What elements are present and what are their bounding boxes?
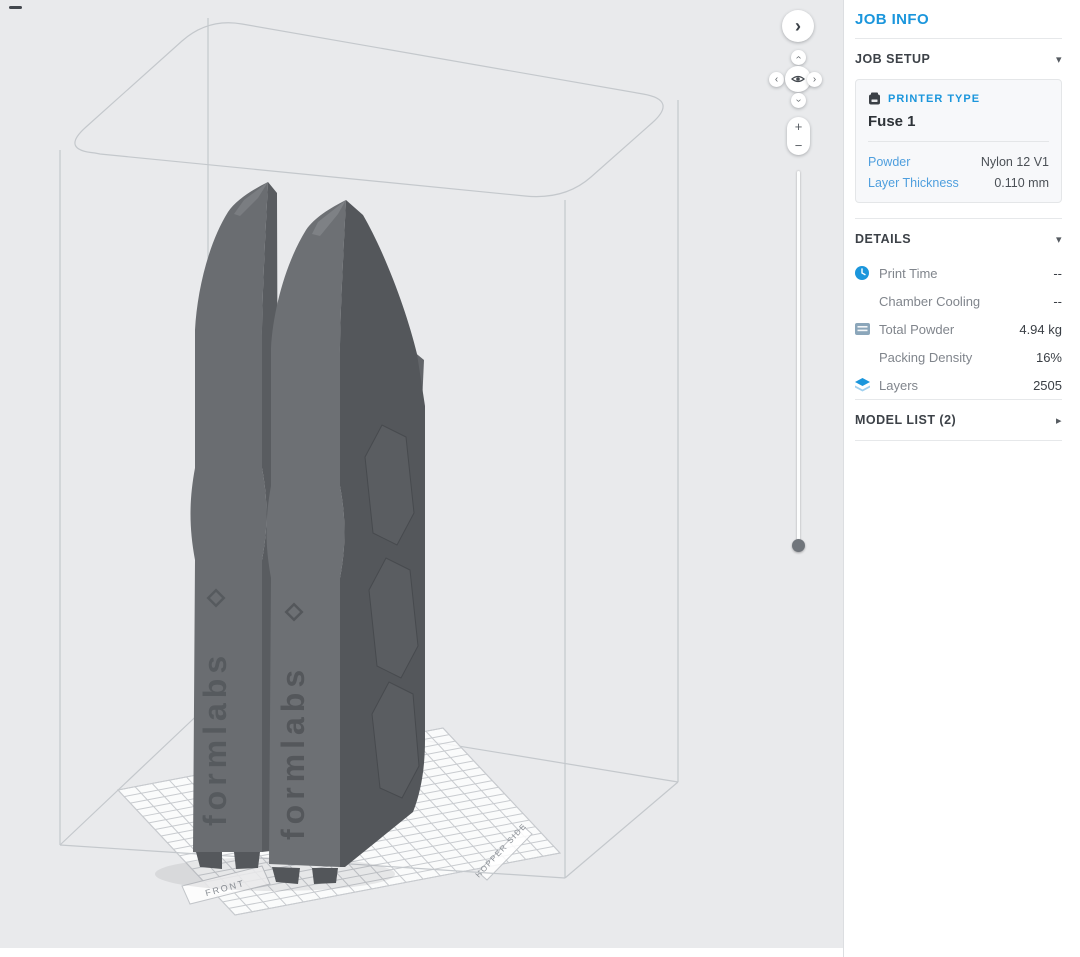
details-header[interactable]: DETAILS ▾ xyxy=(855,219,1062,259)
job-info-panel: JOB INFO JOB SETUP ▾ PRINTER TYPE Fuse 1… xyxy=(843,0,1080,957)
layer-thickness-label[interactable]: Layer Thickness xyxy=(868,176,959,190)
chevron-down-icon: ▾ xyxy=(1055,53,1062,66)
detail-row-chamber-cooling: Chamber Cooling -- xyxy=(879,293,1062,309)
chevron-right-icon: › xyxy=(812,74,817,85)
job-setup-heading: JOB SETUP xyxy=(855,52,931,66)
powder-label[interactable]: Powder xyxy=(868,155,910,169)
detail-row-layers: Layers 2505 xyxy=(855,371,1062,399)
chevron-down-icon: ▾ xyxy=(1055,233,1062,246)
printer-icon xyxy=(869,92,880,105)
collapse-panel-button[interactable]: › xyxy=(782,10,814,42)
orbit-right-button[interactable]: › xyxy=(807,72,822,87)
chevron-left-icon: ‹ xyxy=(774,74,779,85)
setup-row-powder: Powder Nylon 12 V1 xyxy=(868,151,1049,172)
chevron-right-icon: ▸ xyxy=(1055,414,1062,427)
build-scene: FRONT HOPPER SIDE formlabs xyxy=(0,18,843,948)
details-heading: DETAILS xyxy=(855,232,912,246)
chevron-down-icon: › xyxy=(793,98,804,103)
detail-row-total-powder: Total Powder 4.94 kg xyxy=(855,315,1062,343)
canvas-corner-mark xyxy=(9,6,22,9)
layer-slider-handle[interactable] xyxy=(792,539,805,552)
details-rows: Print Time -- Chamber Cooling -- Total P… xyxy=(855,259,1062,399)
model-1[interactable]: formlabs xyxy=(190,182,280,869)
zoom-control: + − xyxy=(787,117,810,155)
layer-thickness-value: 0.110 mm xyxy=(994,175,1049,190)
job-setup-header[interactable]: JOB SETUP ▾ xyxy=(855,39,1062,79)
powder-icon xyxy=(855,323,870,335)
model-2[interactable]: formlabs xyxy=(266,200,426,884)
printer-type-label: PRINTER TYPE xyxy=(888,92,981,105)
eye-icon xyxy=(791,75,805,83)
model-brand-text: formlabs xyxy=(275,665,311,840)
setup-row-layer-thickness: Layer Thickness 0.110 mm xyxy=(868,172,1049,193)
zoom-in-button[interactable]: + xyxy=(787,117,810,136)
powder-value: Nylon 12 V1 xyxy=(980,154,1049,169)
printer-name: Fuse 1 xyxy=(868,113,916,130)
layer-slider[interactable] xyxy=(797,171,800,551)
printer-type-card[interactable]: PRINTER TYPE Fuse 1 Powder Nylon 12 V1 L… xyxy=(855,79,1062,203)
divider xyxy=(868,141,1049,142)
chevron-up-icon: › xyxy=(793,55,804,60)
orbit-up-button[interactable]: › xyxy=(791,50,806,65)
viewport-canvas[interactable]: FRONT HOPPER SIDE formlabs xyxy=(0,0,843,948)
detail-row-packing-density: Packing Density 16% xyxy=(879,349,1062,365)
page-title: JOB INFO xyxy=(855,11,930,28)
layers-icon xyxy=(855,378,870,392)
model-list-header[interactable]: MODEL LIST (2) ▸ xyxy=(855,400,1062,440)
canvas-bottom-strip xyxy=(0,948,843,957)
model-list-heading: MODEL LIST (2) xyxy=(855,413,957,427)
divider xyxy=(855,440,1062,441)
orbit-left-button[interactable]: ‹ xyxy=(769,72,784,87)
model-brand-text: formlabs xyxy=(197,651,233,826)
orbit-down-button[interactable]: › xyxy=(791,93,806,108)
detail-row-print-time: Print Time -- xyxy=(855,259,1062,287)
chevron-right-icon: › xyxy=(795,15,801,36)
clock-icon xyxy=(855,266,869,280)
